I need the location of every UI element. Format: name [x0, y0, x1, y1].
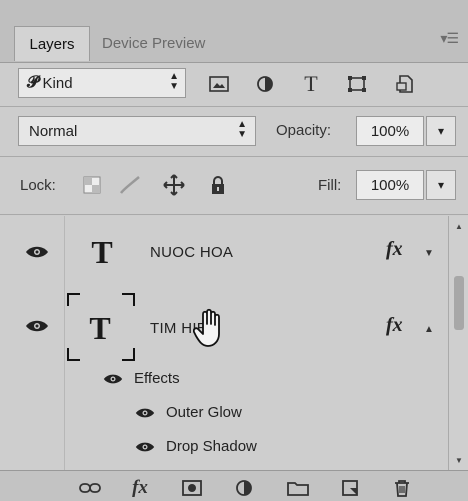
visibility-eye-icon[interactable] — [102, 372, 124, 386]
chevron-updown-icon: ▲ ▼ — [237, 119, 247, 140]
filter-row: 𝓟 Kind ▲ ▼ T — [0, 62, 468, 104]
text-layer-thumbnail-icon: T — [91, 233, 113, 270]
divider — [0, 106, 468, 107]
filter-kind-select[interactable]: 𝓟 Kind ▲ ▼ — [18, 68, 186, 98]
lock-position-icon[interactable] — [162, 174, 186, 196]
effect-item[interactable]: Drop Shadow — [134, 438, 257, 455]
tab-layers[interactable]: Layers — [14, 26, 90, 61]
layers-panel: Layers Device Preview ▾☰ 𝓟 Kind ▲ ▼ T Nor… — [0, 0, 468, 501]
effects-label: Effects — [134, 370, 180, 387]
effect-item-label: Drop Shadow — [166, 438, 257, 455]
visibility-eye-icon[interactable] — [24, 318, 50, 334]
text-layer-thumbnail-icon: T — [89, 309, 111, 346]
opacity-label: Opacity: — [276, 122, 332, 139]
link-layers-icon[interactable] — [78, 477, 102, 499]
layers-scrollbar[interactable]: ▲ ▼ — [448, 216, 468, 470]
fill-input[interactable]: 100% — [356, 170, 424, 200]
adjustment-layer-icon[interactable] — [232, 477, 256, 499]
fill-dropdown-button[interactable]: ▾ — [426, 170, 456, 200]
effect-item[interactable]: Outer Glow — [134, 404, 242, 421]
lock-image-pixels-icon[interactable] — [118, 174, 142, 196]
scroll-up-icon[interactable]: ▲ — [449, 218, 468, 234]
type-filter-icon[interactable]: T — [298, 71, 324, 96]
visibility-eye-icon[interactable] — [134, 406, 156, 420]
divider — [64, 366, 65, 470]
scrollbar-thumb[interactable] — [454, 276, 464, 330]
fx-icon[interactable]: fx — [128, 477, 152, 499]
filter-kind-label: Kind — [42, 74, 73, 92]
layer-effects-fx-icon[interactable]: fx — [386, 238, 403, 261]
adjustment-filter-icon[interactable] — [252, 72, 278, 96]
effects-group: Effects Outer Glow Drop Shadow — [0, 366, 448, 470]
new-layer-icon[interactable] — [338, 477, 362, 499]
layer-row[interactable]: T NUOC HOA fx ▼ — [0, 216, 448, 289]
panel-menu-icon[interactable]: ▾☰ — [440, 30, 459, 47]
layer-effects-fx-icon[interactable]: fx — [386, 314, 403, 337]
lock-all-icon[interactable] — [206, 174, 230, 196]
opacity-dropdown-button[interactable]: ▾ — [426, 116, 456, 146]
divider — [64, 216, 65, 288]
divider — [0, 214, 468, 215]
tab-bar: Layers Device Preview ▾☰ — [0, 0, 468, 63]
shape-filter-icon[interactable] — [344, 72, 370, 96]
effects-header[interactable]: Effects — [102, 370, 180, 387]
blend-mode-value: Normal — [29, 122, 78, 140]
hand-cursor-icon — [193, 308, 220, 347]
blend-row: Normal ▲ ▼ Opacity: 100% ▾ — [0, 108, 468, 154]
tab-device-preview-label: Device Preview — [102, 34, 206, 52]
tab-device-preview[interactable]: Device Preview — [102, 26, 205, 60]
tab-layers-label: Layers — [29, 35, 75, 53]
add-mask-icon[interactable] — [180, 477, 204, 499]
blend-mode-select[interactable]: Normal ▲ ▼ — [18, 116, 256, 146]
expand-caret-icon[interactable]: ▼ — [424, 248, 434, 259]
effect-item-label: Outer Glow — [166, 404, 242, 421]
lock-label: Lock: — [20, 177, 56, 194]
visibility-eye-icon[interactable] — [134, 440, 156, 454]
group-folder-icon[interactable] — [286, 477, 310, 499]
lock-row: Lock: Fill: 100% ▾ — [0, 160, 468, 208]
divider — [64, 288, 65, 366]
trash-icon[interactable] — [390, 477, 414, 499]
opacity-input[interactable]: 100% — [356, 116, 424, 146]
image-filter-icon[interactable] — [206, 72, 232, 96]
collapse-caret-icon[interactable]: ▲ — [424, 324, 434, 335]
fill-label: Fill: — [318, 177, 342, 194]
search-icon: 𝓟 — [27, 74, 39, 91]
bottom-toolbar: fx — [0, 470, 468, 501]
divider — [0, 156, 468, 157]
chevron-updown-icon: ▲ ▼ — [169, 71, 179, 92]
lock-transparent-pixels-icon[interactable] — [80, 174, 104, 196]
visibility-eye-icon[interactable] — [24, 244, 50, 260]
smart-object-filter-icon[interactable] — [392, 72, 418, 96]
layer-name[interactable]: NUOC HOA — [150, 244, 233, 261]
scroll-down-icon[interactable]: ▼ — [449, 452, 468, 468]
